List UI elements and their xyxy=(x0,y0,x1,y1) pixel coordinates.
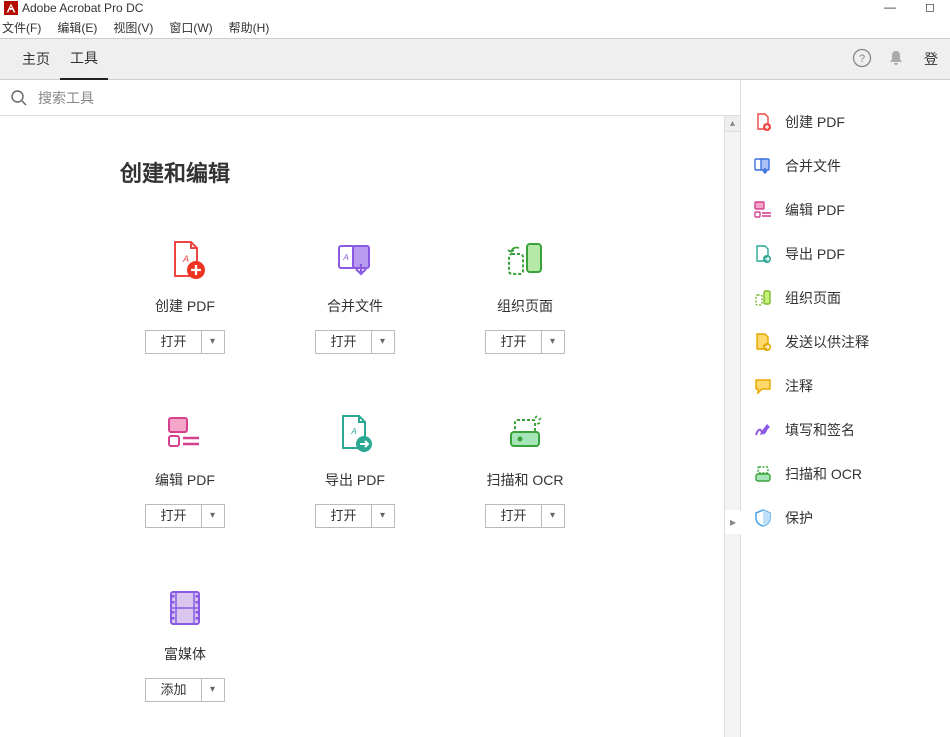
right-item-label: 注释 xyxy=(785,376,813,396)
right-item-export-pdf[interactable]: 导出 PDF xyxy=(753,232,938,276)
chevron-down-icon[interactable]: ▾ xyxy=(542,505,564,527)
tool-label: 导出 PDF xyxy=(325,470,385,490)
combine-files-icon xyxy=(753,156,773,176)
menu-bar: 文件(F) 编辑(E) 视图(V) 窗口(W) 帮助(H) xyxy=(0,16,950,38)
tool-scan-ocr[interactable]: 扫描和 OCR 打开 ▾ xyxy=(440,412,610,528)
edit-pdf-icon xyxy=(160,412,210,456)
menu-view[interactable]: 视图(V) xyxy=(111,17,155,38)
export-pdf-icon: A xyxy=(330,412,380,456)
right-item-label: 组织页面 xyxy=(785,288,841,308)
chevron-down-icon[interactable]: ▾ xyxy=(202,331,224,353)
tool-label: 创建 PDF xyxy=(155,296,215,316)
right-item-label: 导出 PDF xyxy=(785,244,845,264)
scan-ocr-icon xyxy=(500,412,550,456)
right-item-combine[interactable]: 合并文件 xyxy=(753,144,938,188)
right-item-organize[interactable]: 组织页面 xyxy=(753,276,938,320)
right-item-label: 合并文件 xyxy=(785,156,841,176)
chevron-down-icon[interactable]: ▾ xyxy=(202,505,224,527)
svg-text:A: A xyxy=(182,254,189,264)
tab-home[interactable]: 主页 xyxy=(12,39,60,79)
open-button[interactable]: 打开 ▾ xyxy=(485,330,564,354)
app-title: Adobe Acrobat Pro DC xyxy=(22,1,143,15)
window-controls: — ◻ xyxy=(870,0,950,16)
chevron-down-icon[interactable]: ▾ xyxy=(372,331,394,353)
open-button[interactable]: 打开 ▾ xyxy=(145,504,224,528)
minimize-button[interactable]: — xyxy=(870,0,910,16)
right-item-scan-ocr[interactable]: 扫描和 OCR xyxy=(753,452,938,496)
tool-label: 富媒体 xyxy=(164,644,206,664)
open-button[interactable]: 打开 ▾ xyxy=(145,330,224,354)
section-title: 创建和编辑 xyxy=(0,116,740,188)
create-pdf-icon xyxy=(753,112,773,132)
help-icon[interactable]: ? xyxy=(852,48,872,71)
search-icon xyxy=(10,89,28,107)
open-button[interactable]: 打开 ▾ xyxy=(485,504,564,528)
menu-window[interactable]: 窗口(W) xyxy=(167,17,214,38)
tool-label: 合并文件 xyxy=(327,296,383,316)
right-item-label: 填写和签名 xyxy=(785,420,855,440)
right-item-send-comment[interactable]: 发送以供注释 xyxy=(753,320,938,364)
tool-label: 编辑 PDF xyxy=(155,470,215,490)
right-item-label: 保护 xyxy=(785,508,813,528)
tool-rich-media[interactable]: 富媒体 添加 ▾ xyxy=(100,586,270,702)
chevron-down-icon[interactable]: ▾ xyxy=(372,505,394,527)
title-bar: Adobe Acrobat Pro DC — ◻ xyxy=(0,0,950,16)
tool-label: 扫描和 OCR xyxy=(487,470,564,490)
right-item-label: 扫描和 OCR xyxy=(785,464,862,484)
chevron-down-icon[interactable]: ▾ xyxy=(202,679,224,701)
menu-edit[interactable]: 编辑(E) xyxy=(55,17,99,38)
right-item-label: 编辑 PDF xyxy=(785,200,845,220)
right-item-fill-sign[interactable]: 填写和签名 xyxy=(753,408,938,452)
menu-file[interactable]: 文件(F) xyxy=(0,17,43,38)
right-item-comment[interactable]: 注释 xyxy=(753,364,938,408)
combine-files-icon: A xyxy=(330,238,380,282)
center-panel: ▴ 创建和编辑 A 创建 PDF 打开 ▾ xyxy=(0,80,740,737)
add-button[interactable]: 添加 ▾ xyxy=(145,678,224,702)
shield-icon xyxy=(753,508,773,528)
tool-create-pdf[interactable]: A 创建 PDF 打开 ▾ xyxy=(100,238,270,354)
svg-text:A: A xyxy=(342,253,348,262)
send-for-comments-icon xyxy=(753,332,773,352)
right-item-protect[interactable]: 保护 xyxy=(753,496,938,540)
collapse-right-panel-button[interactable]: ▸ xyxy=(725,510,741,534)
open-button[interactable]: 打开 ▾ xyxy=(315,330,394,354)
fill-sign-icon xyxy=(753,420,773,440)
right-item-create-pdf[interactable]: 创建 PDF xyxy=(753,100,938,144)
svg-text:A: A xyxy=(350,427,356,436)
tool-grid: A 创建 PDF 打开 ▾ A xyxy=(0,188,740,702)
tool-combine[interactable]: A 合并文件 打开 ▾ xyxy=(270,238,440,354)
right-item-edit-pdf[interactable]: 编辑 PDF xyxy=(753,188,938,232)
app-icon xyxy=(4,1,18,15)
scrollbar[interactable]: ▴ xyxy=(724,116,740,737)
search-bar xyxy=(0,80,740,116)
tab-tools[interactable]: 工具 xyxy=(60,38,108,81)
tool-organize[interactable]: 组织页面 打开 ▾ xyxy=(440,238,610,354)
organize-pages-icon xyxy=(500,238,550,282)
bell-icon[interactable] xyxy=(886,48,906,71)
right-panel: ▸ 创建 PDF 合并文件 编辑 PDF 导出 PDF 组织页面 xyxy=(740,80,950,737)
right-item-label: 创建 PDF xyxy=(785,112,845,132)
create-pdf-icon: A xyxy=(160,238,210,282)
scroll-up-button[interactable]: ▴ xyxy=(725,116,740,132)
scan-ocr-icon xyxy=(753,464,773,484)
menu-help[interactable]: 帮助(H) xyxy=(227,17,272,38)
login-link[interactable]: 登 xyxy=(924,49,938,69)
organize-pages-icon xyxy=(753,288,773,308)
tool-edit-pdf[interactable]: 编辑 PDF 打开 ▾ xyxy=(100,412,270,528)
comment-icon xyxy=(753,376,773,396)
svg-text:?: ? xyxy=(859,53,865,65)
maximize-button[interactable]: ◻ xyxy=(910,0,950,16)
rich-media-icon xyxy=(160,586,210,630)
open-button[interactable]: 打开 ▾ xyxy=(315,504,394,528)
tool-export-pdf[interactable]: A 导出 PDF 打开 ▾ xyxy=(270,412,440,528)
export-pdf-icon xyxy=(753,244,773,264)
chevron-down-icon[interactable]: ▾ xyxy=(542,331,564,353)
edit-pdf-icon xyxy=(753,200,773,220)
tool-label: 组织页面 xyxy=(497,296,553,316)
search-input[interactable] xyxy=(38,90,730,106)
right-item-label: 发送以供注释 xyxy=(785,332,869,352)
top-nav: 主页 工具 ? 登 xyxy=(0,38,950,80)
